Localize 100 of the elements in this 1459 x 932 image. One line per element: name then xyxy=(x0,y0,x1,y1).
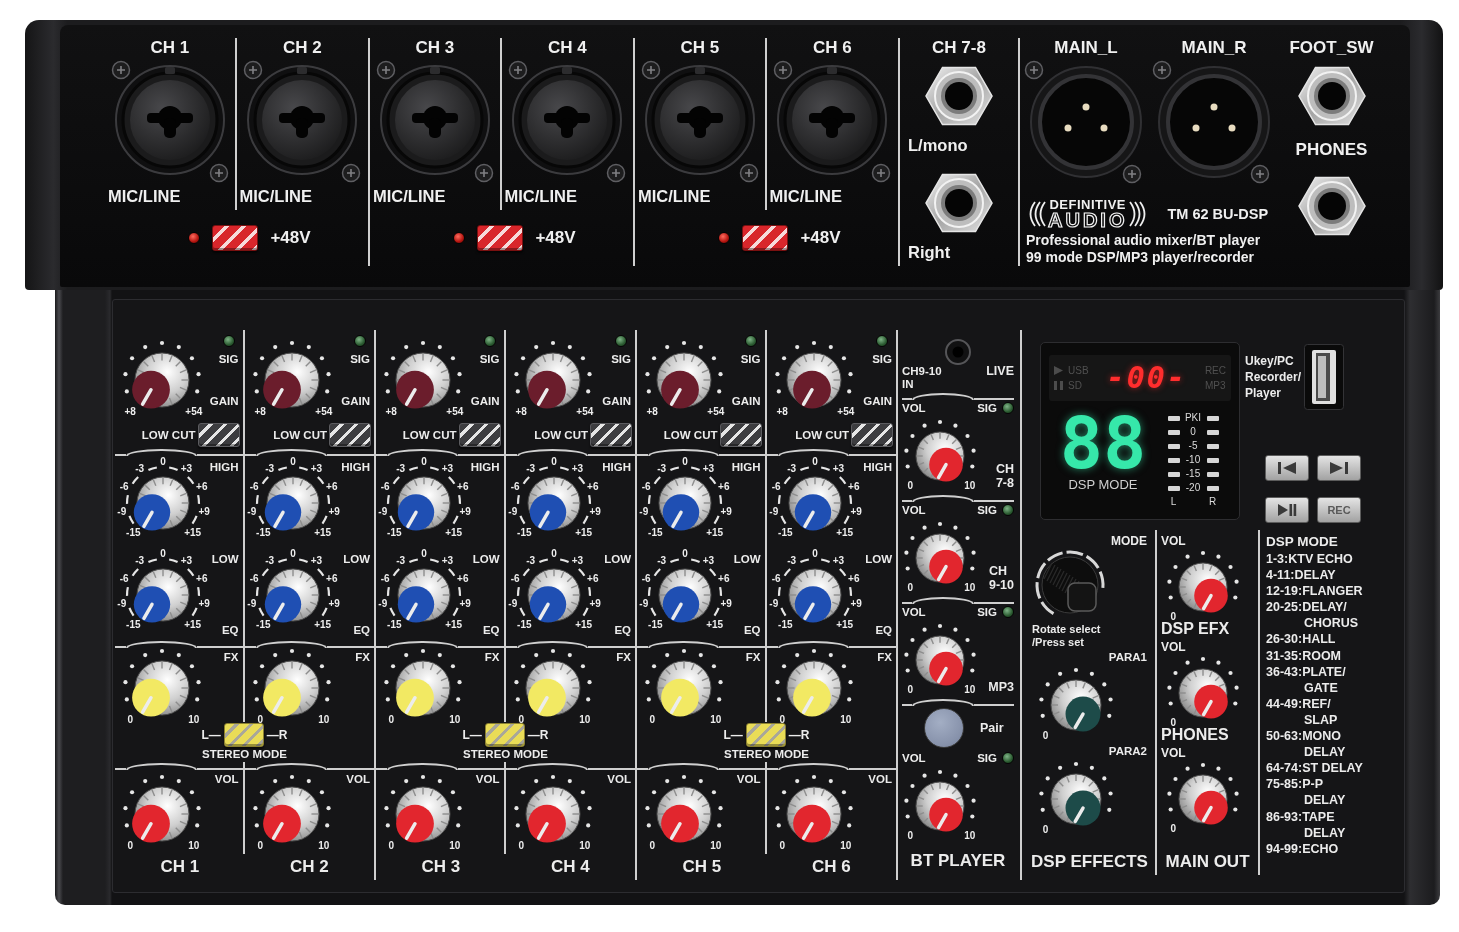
scale-label: +3 xyxy=(832,462,844,474)
mode-entry: 64-74:ST DELAY xyxy=(1266,760,1363,777)
low-cut-button[interactable] xyxy=(329,423,371,447)
scale-label: 0 xyxy=(907,480,914,492)
scale-label: 0 xyxy=(127,714,133,726)
record-button[interactable]: REC xyxy=(1317,497,1361,523)
screw-icon xyxy=(244,60,263,80)
scale-label: +8 xyxy=(776,406,788,418)
pause-icon xyxy=(1054,381,1063,390)
play-pause-button[interactable] xyxy=(1265,497,1309,523)
phantom-power-switch[interactable] xyxy=(212,225,259,251)
pair-button[interactable] xyxy=(924,708,964,748)
led-icon xyxy=(222,335,235,347)
meter-segment xyxy=(1167,485,1180,491)
meter-segment xyxy=(1206,443,1219,449)
volume-knob[interactable] xyxy=(395,786,451,843)
meter-label: R xyxy=(1208,496,1217,508)
mode-entry: 12-19:FLANGER xyxy=(1266,583,1363,600)
low-cut-label: LOW CUT xyxy=(663,428,718,442)
gain-knob[interactable] xyxy=(525,352,580,409)
volume-knob[interactable] xyxy=(915,781,965,832)
scale-label: +9 xyxy=(198,597,210,609)
volume-knob[interactable] xyxy=(525,786,580,843)
low-cut-button[interactable] xyxy=(719,423,762,447)
volume-knob[interactable] xyxy=(786,786,841,843)
screw-icon xyxy=(872,163,891,183)
screw-icon xyxy=(474,163,493,183)
scale-label: -9 xyxy=(117,505,127,517)
rotary-encoder[interactable] xyxy=(1035,550,1105,615)
volume-knob[interactable] xyxy=(1178,668,1228,719)
scale-label: -9 xyxy=(246,505,256,517)
scale-label: +8 xyxy=(515,406,527,418)
channel-name: CH 7-8 xyxy=(995,462,1014,490)
skip-forward-icon xyxy=(1330,462,1348,474)
volume-knob[interactable] xyxy=(915,533,965,584)
previous-button[interactable] xyxy=(1265,455,1309,481)
effects-knob[interactable] xyxy=(656,660,712,717)
volume-knob[interactable] xyxy=(262,786,319,843)
eq-label: EQ xyxy=(221,623,239,637)
stereo-side-label: —R xyxy=(266,728,288,742)
low-cut-button[interactable] xyxy=(851,423,893,447)
effects-knob[interactable] xyxy=(262,660,319,717)
scale-label: 0 xyxy=(907,582,914,594)
channel-label: CH 2 xyxy=(282,38,322,58)
scale-label: -9 xyxy=(507,505,517,517)
gain-knob[interactable] xyxy=(132,352,190,409)
stereo-mode-switch[interactable] xyxy=(484,723,525,747)
scale-label: 0 xyxy=(907,830,914,842)
mode-entry: 4-11:DELAY xyxy=(1266,567,1336,584)
effects-knob[interactable] xyxy=(395,660,451,717)
section-title: BT PLAYER xyxy=(910,850,1006,872)
knob-label: VOL xyxy=(902,605,926,619)
channel-name: CH 3 xyxy=(421,856,461,878)
low-cut-label: LOW CUT xyxy=(402,428,457,442)
low-cut-button[interactable] xyxy=(197,423,240,447)
scale-label: +8 xyxy=(646,406,658,418)
stereo-mode-label: STEREO MODE xyxy=(724,747,809,761)
scale-label: -3 xyxy=(135,554,145,566)
volume-knob[interactable] xyxy=(656,786,712,843)
scale-label: +6 xyxy=(718,481,730,493)
volume-knob[interactable] xyxy=(1178,562,1228,613)
parameter-knob[interactable] xyxy=(1050,773,1102,826)
scale-label: 0 xyxy=(421,547,427,559)
scale-label: -3 xyxy=(525,462,535,474)
gain-knob[interactable] xyxy=(786,352,841,409)
volume-knob[interactable] xyxy=(1178,774,1228,825)
pair-label: Pair xyxy=(980,721,1004,735)
low-cut-label: LOW CUT xyxy=(795,428,849,442)
low-cut-button[interactable] xyxy=(458,423,501,447)
stereo-mode-switch[interactable] xyxy=(745,723,786,747)
effects-knob[interactable] xyxy=(525,660,580,717)
scale-label: 0 xyxy=(778,840,785,852)
phantom-power-switch[interactable] xyxy=(477,225,524,251)
mode-label: MODE xyxy=(1111,533,1147,549)
effects-knob[interactable] xyxy=(132,660,190,717)
screw-icon xyxy=(111,60,130,80)
next-button[interactable] xyxy=(1317,455,1361,481)
scale-label: +3 xyxy=(571,554,583,566)
scale-label: -6 xyxy=(641,481,651,493)
low-cut-button[interactable] xyxy=(590,423,632,447)
stereo-mode-switch[interactable] xyxy=(223,723,264,747)
parameter-knob[interactable] xyxy=(1050,679,1102,732)
play-pause-icon xyxy=(1278,504,1297,516)
volume-knob[interactable] xyxy=(915,635,965,686)
jack-socket xyxy=(1297,176,1366,236)
input-label: MIC/LINE xyxy=(638,186,711,206)
gain-knob[interactable] xyxy=(395,352,451,409)
volume-knob[interactable] xyxy=(132,786,190,843)
effects-knob[interactable] xyxy=(786,660,841,717)
scale-label: +9 xyxy=(459,505,471,517)
scale-label: +54 xyxy=(836,406,854,418)
knob-label: GAIN xyxy=(209,394,239,408)
volume-knob[interactable] xyxy=(915,431,965,482)
knob-label: HIGH xyxy=(863,460,892,474)
section-title: DSP EFFECTS xyxy=(1031,851,1148,873)
jack-label: PHONES xyxy=(1295,140,1368,160)
phantom-power-switch[interactable] xyxy=(742,225,789,251)
screw-icon xyxy=(774,60,793,80)
gain-knob[interactable] xyxy=(656,352,712,409)
gain-knob[interactable] xyxy=(262,352,319,409)
